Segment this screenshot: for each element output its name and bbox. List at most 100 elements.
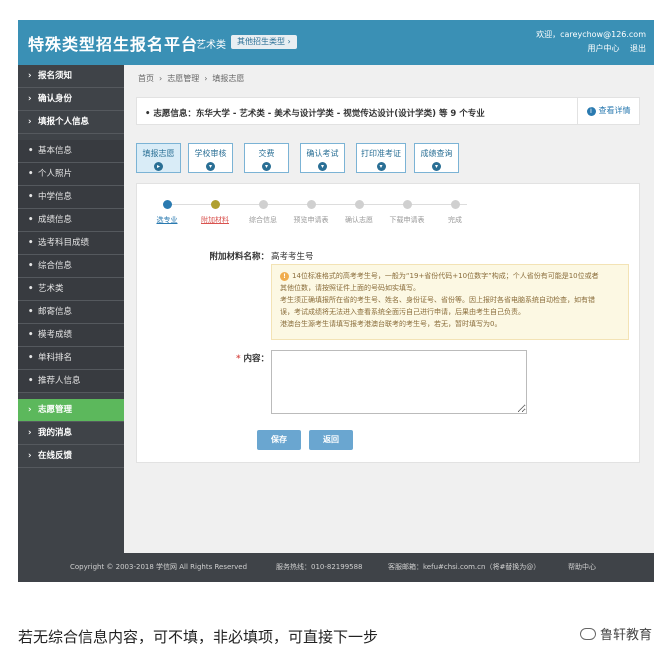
required-mark: * (236, 354, 241, 364)
sidebar: › 报名须知 › 确认身份 › 填报个人信息 • 基本信息 • 个人照片 • 中学信息 • 成… (18, 65, 124, 553)
sidebar-item-referee[interactable]: • 推荐人信息 (18, 370, 124, 393)
sidebar-item-personal-info[interactable]: › 填报个人信息 (18, 111, 124, 134)
sidebar-item-school-info[interactable]: • 中学信息 (18, 186, 124, 209)
bullet-icon: • (28, 215, 34, 225)
tab-label: 学校审核 (194, 149, 227, 158)
sidebar-item-basic-info[interactable]: • 基本信息 (18, 140, 124, 163)
sidebar-item-label: 在线反馈 (38, 451, 73, 461)
sidebar-item-label: 个人照片 (38, 169, 73, 179)
bullet-icon: • (28, 284, 34, 294)
step-download: 下载申请表 (383, 200, 431, 225)
logout-link[interactable]: 退出 (630, 44, 646, 53)
sidebar-item-comprehensive[interactable]: • 综合信息 (18, 255, 124, 278)
sidebar-item-label: 单科排名 (38, 353, 73, 363)
tab-label: 确认考试 (306, 149, 339, 158)
step-dot (258, 200, 268, 209)
tab-school-review[interactable]: 学校审核 ▾ (188, 143, 233, 173)
tab-label: 填报志愿 (142, 149, 175, 158)
caption-text: 若无综合信息内容，可不填，非必填项，可直接下一步 (18, 628, 379, 646)
welcome-text: 欢迎，careychow@126.com (536, 30, 646, 39)
chevron-right-icon: › (28, 451, 32, 461)
tab-label: 交费 (258, 149, 275, 158)
tab-payment[interactable]: 交费 ▾ (244, 143, 289, 173)
sidebar-item-mock-scores[interactable]: • 模考成绩 (18, 324, 124, 347)
breadcrumb-home[interactable]: 首页 (138, 74, 154, 83)
sidebar-item-label: 志愿管理 (38, 405, 73, 415)
breadcrumb: 首页 › 志愿管理 › 填报志愿 (138, 73, 244, 84)
chevron-down-icon: ▾ (318, 162, 327, 171)
chevron-right-icon: › (28, 428, 32, 438)
step-label: 综合信息 (249, 216, 277, 224)
step-confirm: 确认志愿 (335, 200, 383, 225)
bullet-icon: • (28, 238, 34, 248)
sidebar-item-mailing[interactable]: • 邮寄信息 (18, 301, 124, 324)
form-panel: 选专业 附加材料 综合信息 预览申请表 确认志愿 下载申请表 完成 附加材料名称… (136, 183, 640, 463)
bullet-icon: • (28, 146, 34, 156)
notice-line: 考生须正确填报所在省的考生号、姓名、身份证号、省份等。因上报时各省电脑系统自动检… (280, 296, 595, 304)
breadcrumb-level2[interactable]: 志愿管理 (167, 74, 199, 83)
sidebar-item-label: 综合信息 (38, 261, 73, 271)
tab-apply[interactable]: 填报志愿 ▸ (136, 143, 181, 173)
sidebar-item-feedback[interactable]: › 在线反馈 (18, 445, 124, 468)
footer-email: 客服邮箱：kefu#chsi.com.cn（将#替换为@） (388, 563, 541, 571)
sidebar-item-art[interactable]: • 艺术类 (18, 278, 124, 301)
watermark-text: 鲁轩教育 (599, 628, 652, 643)
warning-icon: ! (280, 272, 289, 281)
sidebar-item-subject-rank[interactable]: • 单科排名 (18, 347, 124, 370)
chat-bubble-icon (579, 628, 596, 640)
step-dot (450, 200, 460, 209)
step-label: 完成 (448, 216, 462, 224)
sidebar-item-messages[interactable]: › 我的消息 (18, 422, 124, 445)
sidebar-item-label: 确认身份 (38, 94, 73, 104)
tab-score-query[interactable]: 成绩查询 ▾ (414, 143, 459, 173)
step-preview: 预览申请表 (287, 200, 335, 225)
sidebar-item-label: 中学信息 (38, 192, 73, 202)
chevron-right-icon: › (28, 71, 32, 81)
watermark-logo: 鲁轩教育 (579, 624, 652, 643)
step-label: 附加材料 (201, 216, 229, 224)
step-dot (354, 200, 364, 209)
sidebar-item-label: 基本信息 (38, 146, 73, 156)
view-details-button[interactable]: i 查看详情 (577, 98, 639, 124)
switch-type-button[interactable]: 其他招生类型 › (231, 35, 297, 49)
chevron-down-icon: ▾ (262, 162, 271, 171)
main-content: 首页 › 志愿管理 › 填报志愿 • 志愿信息：东华大学 - 艺术类 - 美术与设计学类… (124, 65, 654, 553)
sidebar-item-application-mgmt[interactable]: › 志愿管理 (18, 399, 124, 422)
sidebar-item-label: 我的消息 (38, 428, 73, 438)
bullet-icon: • (28, 307, 34, 317)
chevron-right-icon: › (28, 117, 32, 127)
content-textarea[interactable] (271, 350, 527, 414)
sidebar-item-elective-scores[interactable]: • 选考科目成绩 (18, 232, 124, 255)
user-center-link[interactable]: 用户中心 (587, 44, 619, 53)
sidebar-item-label: 推荐人信息 (38, 376, 81, 386)
save-button[interactable]: 保存 (257, 430, 301, 450)
tab-print-ticket[interactable]: 打印准考证 ▾ (356, 143, 406, 173)
sidebar-item-photo[interactable]: • 个人照片 (18, 163, 124, 186)
notice-line: 港澳台生源考生请填写报考港澳台联考的考生号，若无，暂时填写为0。 (280, 320, 502, 328)
view-details-label: 查看详情 (598, 106, 631, 115)
content-label: * 内容： (197, 352, 269, 364)
breadcrumb-separator: › (159, 74, 163, 83)
step-additional-materials[interactable]: 附加材料 (191, 200, 239, 225)
chevron-right-icon: › (28, 94, 32, 104)
browser-frame: 特殊类型招生报名平台 艺术类 其他招生类型 › 欢迎，careychow@126… (18, 20, 654, 582)
step-label: 确认志愿 (345, 216, 373, 224)
sidebar-item-scores[interactable]: • 成绩信息 (18, 209, 124, 232)
step-label: 选专业 (156, 216, 178, 224)
help-center-link[interactable]: 帮助中心 (568, 553, 596, 582)
sidebar-item-notice[interactable]: › 报名须知 (18, 65, 124, 88)
back-button[interactable]: 返回 (309, 430, 353, 450)
sidebar-item-label: 成绩信息 (38, 215, 73, 225)
tab-label: 成绩查询 (420, 149, 453, 158)
tab-confirm-exam[interactable]: 确认考试 ▾ (300, 143, 345, 173)
chevron-down-icon: ▾ (376, 162, 386, 171)
material-name-label: 附加材料名称： (209, 252, 269, 262)
sidebar-item-confirm-identity[interactable]: › 确认身份 (18, 88, 124, 111)
bullet-icon: • (28, 192, 34, 202)
sidebar-item-label: 报名须知 (38, 71, 73, 81)
footer-hotline: 服务热线：010-82199588 (276, 563, 363, 571)
category-label: 艺术类 (196, 40, 226, 51)
sidebar-item-label: 艺术类 (38, 284, 64, 294)
info-icon: i (586, 107, 596, 116)
step-select-major[interactable]: 选专业 (143, 200, 191, 225)
